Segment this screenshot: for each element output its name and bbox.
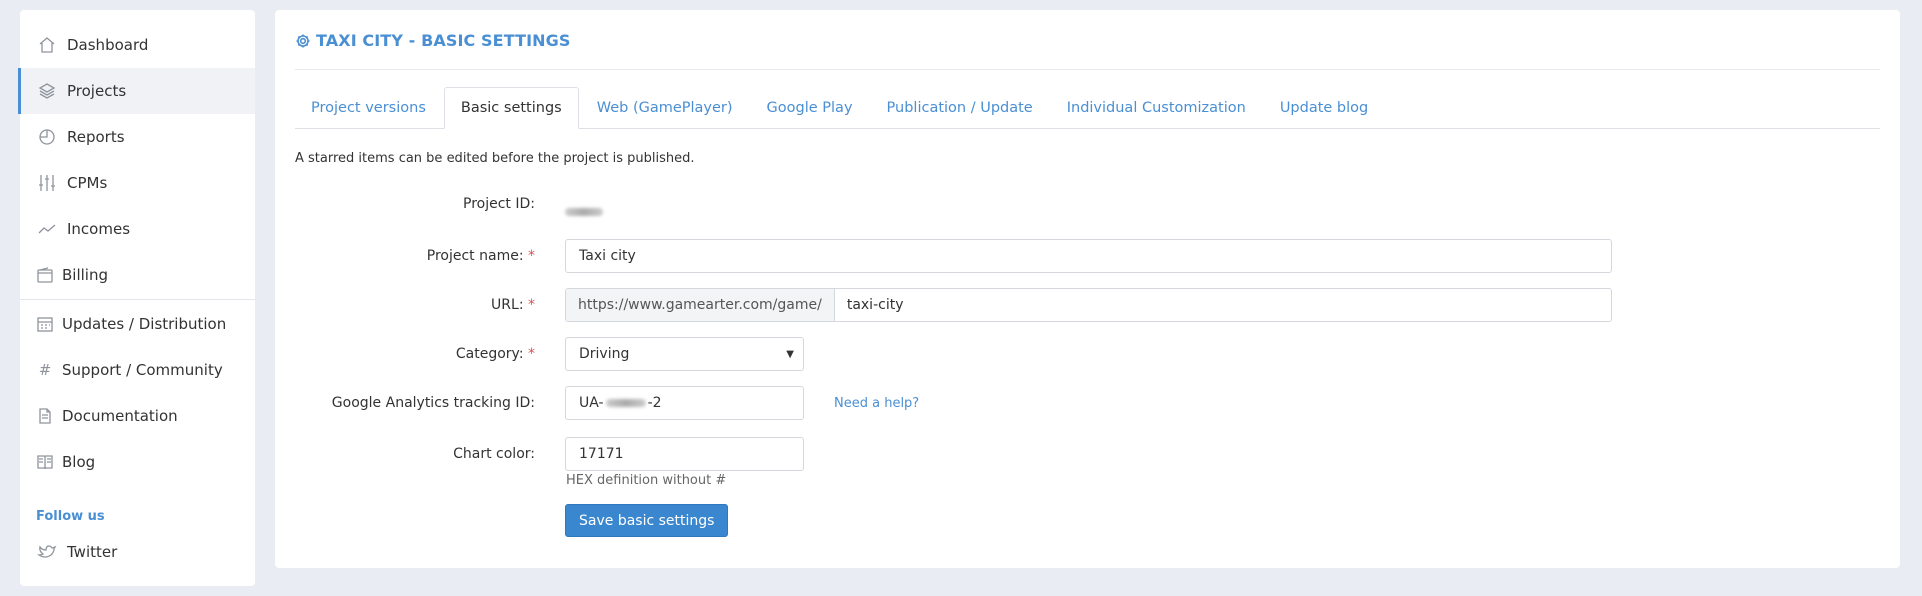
sidebar-item-blog[interactable]: Blog bbox=[20, 439, 255, 485]
ga-tracking-input[interactable]: UA- -2 bbox=[565, 386, 804, 420]
redacted-value bbox=[605, 399, 646, 407]
sidebar-item-twitter[interactable]: Twitter bbox=[20, 532, 255, 572]
sidebar-item-label: Support / Community bbox=[62, 361, 223, 379]
ga-label: Google Analytics tracking ID: bbox=[331, 395, 535, 411]
sidebar-divider bbox=[20, 299, 255, 300]
sidebar-item-billing[interactable]: Billing bbox=[20, 252, 255, 298]
twitter-icon bbox=[36, 541, 58, 563]
project-name-label: Project name: * bbox=[426, 248, 535, 264]
sidebar-item-label: Updates / Distribution bbox=[62, 315, 227, 333]
sliders-icon bbox=[36, 172, 58, 194]
sidebar-item-label: CPMs bbox=[67, 174, 108, 192]
url-slug: taxi-city bbox=[846, 297, 904, 313]
sidebar-item-cpms[interactable]: CPMs bbox=[20, 160, 255, 206]
category-label: Category: * bbox=[455, 346, 535, 362]
sidebar-item-label: Twitter bbox=[67, 543, 118, 561]
project-name-input[interactable]: Taxi city bbox=[565, 239, 1612, 273]
sidebar-item-label: Dashboard bbox=[67, 36, 149, 54]
sidebar-item-support[interactable]: # Support / Community bbox=[20, 347, 255, 393]
sidebar-item-label: Incomes bbox=[67, 220, 131, 238]
sidebar-item-label: Documentation bbox=[62, 407, 178, 425]
calendar-icon bbox=[34, 313, 56, 335]
layers-icon bbox=[36, 80, 58, 102]
follow-us-heading: Follow us bbox=[36, 509, 105, 524]
sidebar-item-label: Blog bbox=[62, 453, 96, 471]
chart-color-input[interactable]: 17171 bbox=[565, 437, 804, 471]
url-prefix: https://www.gamearter.com/game/ bbox=[566, 289, 835, 321]
chart-color-hint: HEX definition without # bbox=[566, 473, 727, 488]
sidebar-item-updates[interactable]: Updates / Distribution bbox=[20, 301, 255, 347]
project-id-value bbox=[563, 201, 605, 220]
sidebar: Dashboard Projects Reports CPMs Incomes … bbox=[18, 10, 255, 586]
chevron-down-icon: ▼ bbox=[786, 348, 794, 360]
main-panel: TAXI CITY - BASIC SETTINGS Project versi… bbox=[275, 10, 1900, 568]
settings-form: Project ID: Project name: * Taxi city UR… bbox=[295, 10, 1880, 568]
trend-icon bbox=[36, 218, 58, 240]
document-icon bbox=[34, 405, 56, 427]
need-help-link[interactable]: Need a help? bbox=[834, 396, 919, 411]
chart-color-label: Chart color: bbox=[453, 446, 535, 462]
sidebar-item-dashboard[interactable]: Dashboard bbox=[20, 22, 255, 68]
hash-icon: # bbox=[38, 361, 52, 379]
sidebar-item-projects[interactable]: Projects bbox=[18, 68, 255, 114]
category-select[interactable]: Driving ▼ bbox=[565, 337, 804, 371]
sidebar-item-label: Reports bbox=[67, 128, 125, 146]
save-basic-settings-button[interactable]: Save basic settings bbox=[565, 504, 729, 537]
url-input[interactable]: https://www.gamearter.com/game/ taxi-cit… bbox=[565, 288, 1612, 322]
home-icon bbox=[36, 34, 58, 56]
wallet-icon bbox=[34, 264, 56, 286]
url-label: URL: * bbox=[491, 297, 535, 313]
sidebar-item-label: Projects bbox=[67, 82, 127, 100]
pie-chart-icon bbox=[36, 126, 58, 148]
sidebar-item-documentation[interactable]: Documentation bbox=[20, 393, 255, 439]
sidebar-item-reports[interactable]: Reports bbox=[20, 114, 255, 160]
sidebar-item-label: Billing bbox=[62, 266, 108, 284]
sidebar-item-incomes[interactable]: Incomes bbox=[20, 206, 255, 252]
project-id-label: Project ID: bbox=[463, 196, 535, 212]
book-icon bbox=[34, 451, 56, 473]
